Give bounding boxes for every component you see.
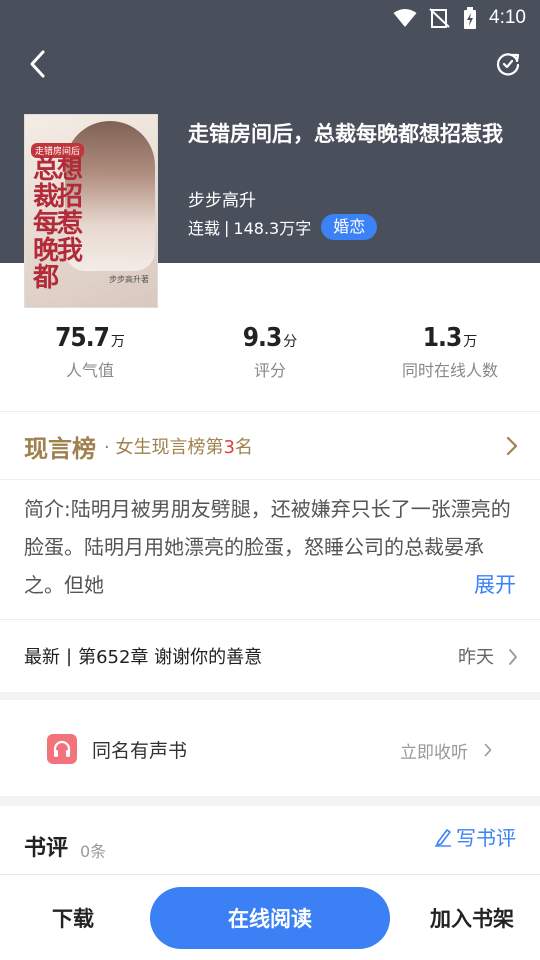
battery-icon xyxy=(463,7,477,29)
book-author[interactable]: 步步高升 xyxy=(188,186,256,211)
expand-button[interactable]: 展开 xyxy=(474,566,516,604)
book-meta: 连载 | 148.3万字 婚恋 xyxy=(188,214,378,240)
headphones-icon xyxy=(47,734,77,764)
reviews-title: 书评 xyxy=(24,836,69,861)
section-divider xyxy=(0,692,540,700)
cover-author: 步步高升著 xyxy=(109,275,149,284)
chevron-right-icon xyxy=(508,648,518,671)
stat-rating: 9.3 分 评分 xyxy=(180,323,360,381)
stat-label: 人气值 xyxy=(65,361,114,380)
listen-now: 立即收听 xyxy=(400,743,468,763)
chevron-right-icon xyxy=(506,436,518,460)
latest-time: 昨天 xyxy=(458,647,494,668)
reviews-header: 书评 0条 写书评 xyxy=(0,806,540,872)
download-button[interactable]: 下载 xyxy=(52,903,94,933)
latest-chapter: 第652章 谢谢你的善意 xyxy=(78,647,263,668)
word-count: 148.3万字 xyxy=(233,219,312,238)
status-bar: 4:10 xyxy=(0,0,540,36)
rank-detail: · 女生现言榜第3名 xyxy=(104,437,253,458)
latest-label: 最新 xyxy=(24,647,60,668)
audio-label: 同名有声书 xyxy=(92,740,188,762)
reviews-count: 0条 xyxy=(80,842,107,861)
stats-row: 75.7 万 人气值 9.3 分 评分 1.3 万 同时在线人数 xyxy=(0,323,540,393)
cover-title: 总想 裁招 每惹 晚我 都 xyxy=(33,155,83,293)
book-title: 走错房间后，总裁每晚都想招惹我 xyxy=(188,122,503,146)
divider xyxy=(0,479,540,480)
add-to-shelf-button[interactable]: 加入书架 xyxy=(430,903,514,933)
rank-position: 3 xyxy=(223,437,235,458)
book-status: 连载 xyxy=(188,219,221,238)
stat-unit: 万 xyxy=(463,334,478,350)
stat-popularity: 75.7 万 人气值 xyxy=(0,323,180,381)
audio-book-row[interactable]: 同名有声书 立即收听 xyxy=(0,700,540,796)
book-intro: 简介:陆明月被男朋友劈腿，还被嫌弃只长了一张漂亮的脸蛋。陆明月用她漂亮的脸蛋，怒… xyxy=(24,497,511,597)
stat-label: 同时在线人数 xyxy=(401,361,498,380)
rank-name: 现言榜 xyxy=(24,434,96,463)
rank-row[interactable]: 现言榜 · 女生现言榜第3名 xyxy=(0,412,540,480)
status-time: 4:10 xyxy=(489,7,526,28)
stat-label: 评分 xyxy=(253,361,286,380)
section-divider xyxy=(0,796,540,806)
back-button[interactable] xyxy=(22,50,52,82)
no-signal-icon xyxy=(429,8,451,28)
stat-value: 9.3 xyxy=(242,323,282,353)
chevron-left-icon xyxy=(28,49,46,83)
write-review-label: 写书评 xyxy=(456,826,516,850)
refresh-icon xyxy=(495,51,521,81)
latest-separator: | xyxy=(66,645,73,667)
stat-online: 1.3 万 同时在线人数 xyxy=(360,323,540,381)
read-online-button[interactable]: 在线阅读 xyxy=(150,887,390,949)
book-cover: 走错房间后 总想 裁招 每惹 晚我 都 步步高升著 xyxy=(24,114,158,308)
stat-value: 75.7 xyxy=(55,323,110,353)
pen-icon xyxy=(434,827,452,847)
latest-chapter-row[interactable]: 最新 | 第652章 谢谢你的善意 昨天 xyxy=(0,620,540,692)
write-review-button[interactable]: 写书评 xyxy=(434,822,516,851)
meta-separator: | xyxy=(224,217,230,237)
stat-unit: 分 xyxy=(283,334,298,350)
genre-tag[interactable]: 婚恋 xyxy=(321,214,378,240)
refresh-button[interactable] xyxy=(494,52,522,80)
stat-unit: 万 xyxy=(110,334,125,350)
stat-value: 1.3 xyxy=(422,323,462,353)
bottom-action-bar: 下载 在线阅读 加入书架 xyxy=(0,874,540,960)
wifi-icon xyxy=(393,8,417,28)
chevron-right-icon xyxy=(484,742,492,761)
